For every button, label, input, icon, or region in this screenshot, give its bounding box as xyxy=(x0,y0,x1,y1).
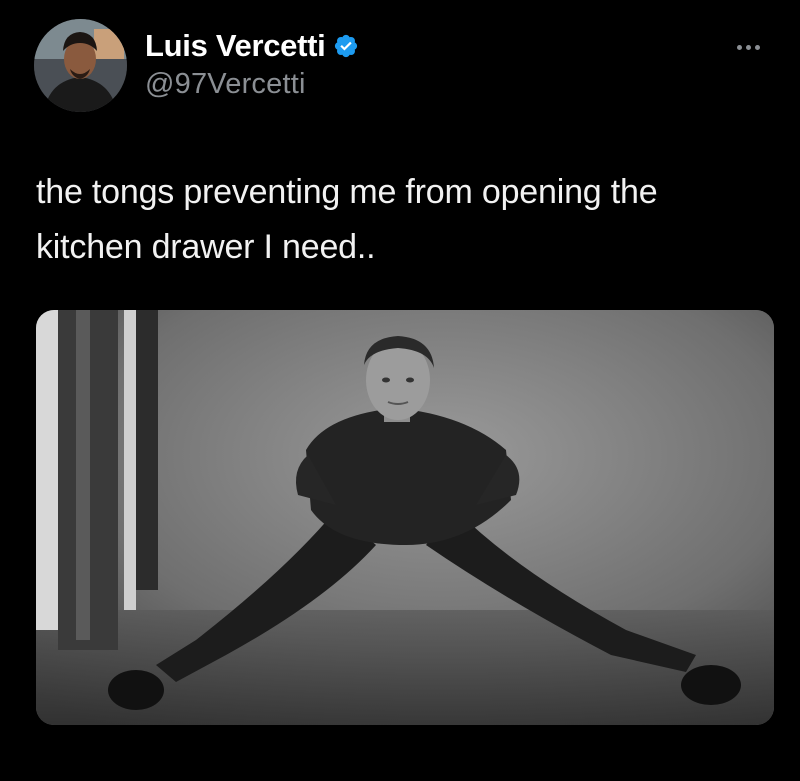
more-options-button[interactable] xyxy=(728,32,768,62)
ellipsis-icon xyxy=(754,44,760,50)
tweet-media-photo[interactable] xyxy=(36,310,774,725)
verified-badge-icon xyxy=(333,33,359,59)
author-name-row[interactable]: Luis Vercetti xyxy=(145,26,359,66)
ellipsis-icon xyxy=(736,44,742,50)
tweet-text: the tongs preventing me from opening the… xyxy=(36,165,756,275)
display-name[interactable]: Luis Vercetti xyxy=(145,28,326,64)
tweet-text-line: the tongs preventing me from opening the xyxy=(36,173,658,211)
avatar[interactable] xyxy=(34,19,127,112)
ellipsis-icon xyxy=(745,44,751,50)
author-handle[interactable]: @97Vercetti xyxy=(145,68,306,101)
tweet-text-line: kitchen drawer I need.. xyxy=(36,228,376,266)
tweet-card: Luis Vercetti @97Vercetti the tongs prev… xyxy=(0,0,800,781)
photo-image xyxy=(36,310,774,725)
avatar-photo xyxy=(34,19,127,112)
